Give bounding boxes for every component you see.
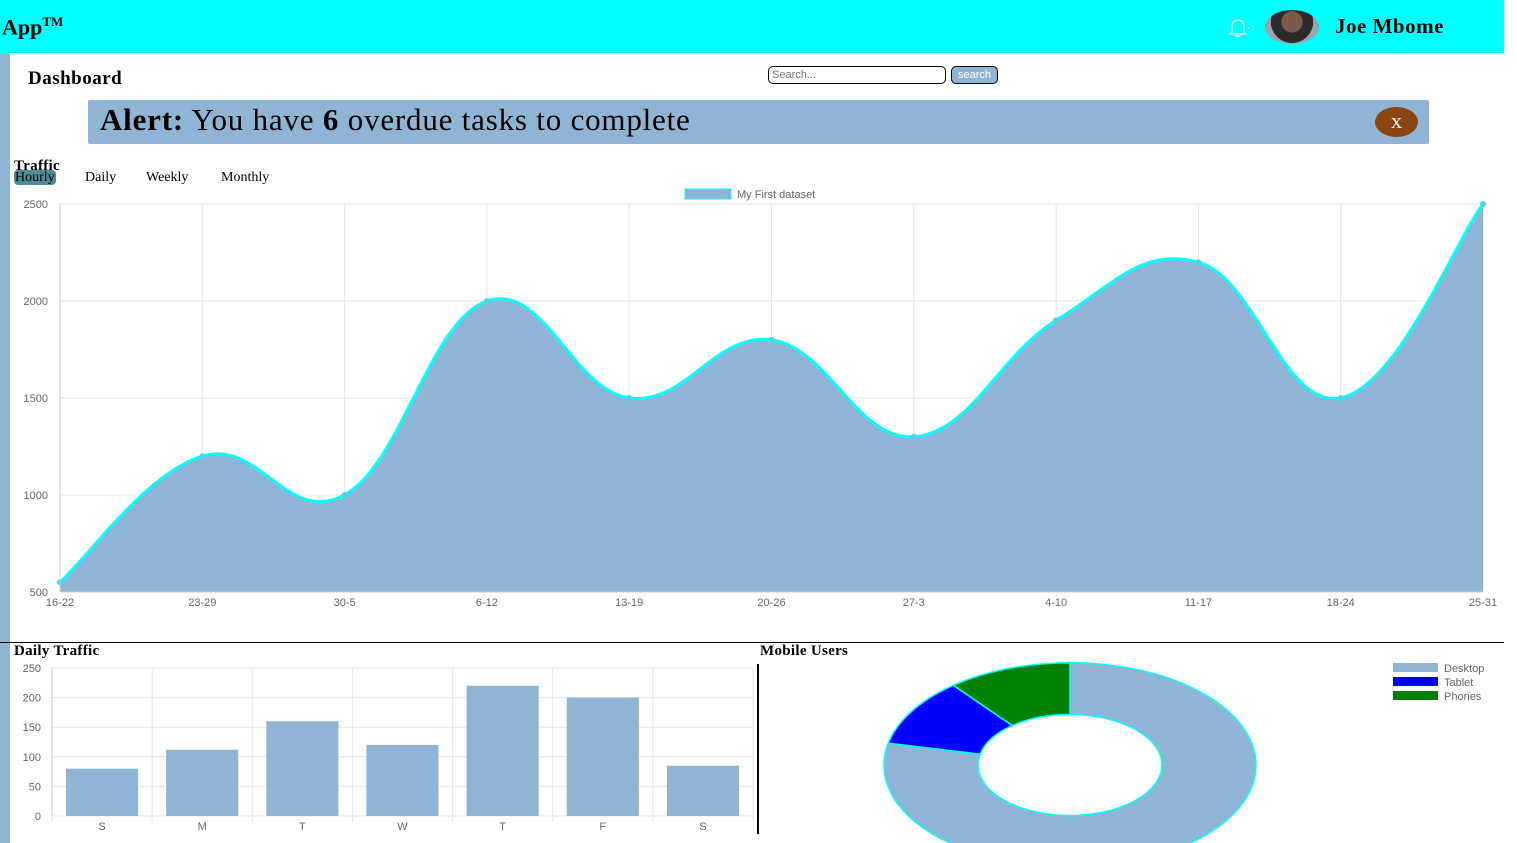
daily-traffic-bar-chart: 0 50 100 150 200 250 S M T W T F S [23,663,754,833]
legend-swatch [1393,677,1438,686]
traffic-data-point [1480,201,1486,207]
legend-swatch [684,188,732,200]
section-divider [0,642,1504,643]
y-tick-label: 250 [23,663,41,675]
x-tick-label: 18-24 [1327,597,1355,609]
x-tick-label: 16-22 [46,597,74,609]
daily-traffic-bar [466,685,539,816]
y-tick-label: 150 [23,722,41,734]
legend-label: My First dataset [737,189,815,201]
daily-traffic-bar [66,768,139,816]
trademark-mark: TM [42,14,64,29]
x-tick-label: T [299,821,306,833]
x-tick-label: T [499,821,506,833]
alert-message: Alert: You have 6 overdue tasks to compl… [100,102,691,138]
y-tick-label: 200 [23,693,41,705]
vertical-divider [757,664,759,834]
legend-label: Desktop [1444,663,1484,675]
alert-message-start: You have [191,102,315,137]
daily-traffic-bar [566,697,639,816]
tab-hourly[interactable]: Hourly [14,170,56,185]
alert-count: 6 [322,102,340,137]
alert-message-end: overdue tasks to complete [347,102,691,137]
page-title: Dashboard [28,68,123,89]
daily-traffic-bar [166,749,239,816]
daily-traffic-bar [266,721,339,816]
traffic-data-point [1053,317,1060,324]
x-tick-label: F [599,821,606,833]
x-tick-label: 13-19 [615,597,643,609]
x-tick-label: W [397,821,408,833]
y-tick-label: 0 [35,811,41,823]
x-tick-label: S [98,821,105,833]
legend-label: Tablet [1444,677,1473,689]
legend-swatch [1393,691,1438,700]
x-tick-label: 23-29 [188,597,216,609]
search-input[interactable] [768,66,946,84]
traffic-data-point [483,298,490,304]
x-tick-label: S [699,821,706,833]
alert-banner: Alert: You have 6 overdue tasks to compl… [88,100,1429,144]
legend-label: Phones [1444,691,1482,703]
x-tick-label: M [198,821,207,833]
traffic-data-point [341,492,348,498]
legend-swatch [1393,663,1438,672]
daily-traffic-title: Daily Traffic [14,643,100,659]
search-button[interactable]: search [951,66,998,84]
y-tick-label: 1000 [24,490,48,502]
x-tick-label: 11-17 [1185,597,1212,609]
traffic-data-point [199,453,206,460]
user-name[interactable]: Joe Mbome [1335,14,1444,39]
traffic-data-point [1337,395,1344,401]
x-tick-label: 4-10 [1045,597,1067,609]
y-tick-label: 2000 [24,296,48,308]
daily-traffic-bar [366,744,439,816]
x-tick-label: 6-12 [476,597,498,609]
y-tick-label: 1500 [24,393,48,405]
y-tick-label: 100 [23,752,41,764]
app-brand[interactable]: AppTM [2,14,63,40]
traffic-data-point [768,336,775,343]
traffic-data-point [626,395,633,401]
traffic-data-point [910,433,917,440]
y-tick-label: 50 [29,781,41,793]
bell-icon[interactable] [1226,16,1250,40]
traffic-data-point [1195,259,1202,266]
alert-prefix: Alert: [100,102,184,137]
top-header: AppTM Joe Mbome [0,0,1504,53]
x-tick-label: 30-5 [334,597,356,609]
daily-traffic-bar [666,765,739,816]
alert-close-button[interactable]: x [1375,107,1418,137]
x-tick-label: 27-3 [903,597,925,609]
traffic-line-chart: 500100015002000250016-22 23-29 30-5 6-12 13-… [24,188,1497,609]
y-tick-label: 2500 [24,199,48,211]
x-tick-label: 25-31 [1469,597,1497,609]
mobile-users-doughnut-chart: Desktop Tablet Phones [883,661,1484,843]
avatar[interactable] [1265,10,1319,44]
brand-name: App [2,14,43,40]
x-tick-label: 20-26 [757,597,785,609]
